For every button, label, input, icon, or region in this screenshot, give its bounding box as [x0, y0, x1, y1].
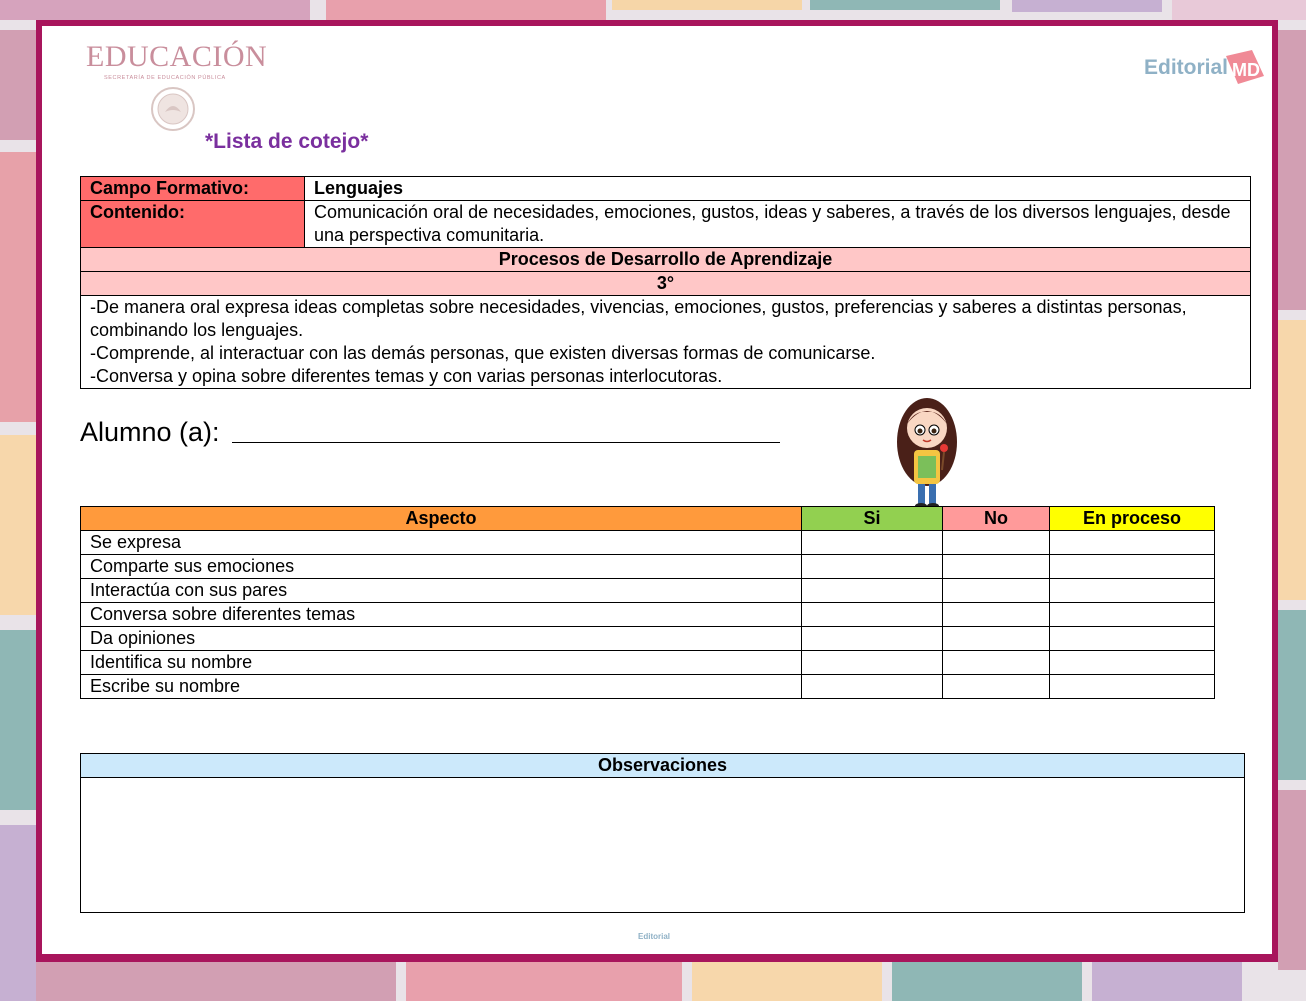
- en-proceso-cell[interactable]: [1049, 674, 1215, 699]
- svg-text:MD: MD: [1232, 60, 1260, 80]
- campo-value: Lenguajes: [304, 176, 1251, 201]
- si-header: Si: [801, 506, 943, 531]
- en-proceso-cell[interactable]: [1049, 554, 1215, 579]
- si-cell[interactable]: [801, 650, 943, 675]
- observaciones-header: Observaciones: [80, 753, 1245, 778]
- document-page: EDUCACIÓN SECRETARÍA DE EDUCACIÓN PÚBLIC…: [42, 26, 1272, 954]
- procesos-header: Procesos de Desarrollo de Aprendizaje: [80, 247, 1251, 272]
- process-item: -Comprende, al interactuar con las demás…: [90, 343, 876, 363]
- si-cell[interactable]: [801, 578, 943, 603]
- en-proceso-cell[interactable]: [1049, 578, 1215, 603]
- aspecto-header: Aspecto: [80, 506, 802, 531]
- editorial-text: Editorial: [1144, 56, 1229, 79]
- table-row: Da opiniones: [80, 626, 1215, 651]
- footer-editorial-logo: Editorial: [638, 932, 671, 941]
- aspect-cell: Identifica su nombre: [80, 650, 802, 675]
- girl-illustration: [897, 398, 957, 509]
- aspect-cell: Interactúa con sus pares: [80, 578, 802, 603]
- observaciones-field[interactable]: [80, 777, 1245, 913]
- seal-icon: [151, 87, 195, 131]
- alumno-name-line[interactable]: [232, 442, 780, 443]
- no-cell[interactable]: [942, 650, 1050, 675]
- alumno-label: Alumno (a):: [80, 417, 220, 447]
- table-row: Escribe su nombre: [80, 674, 1215, 699]
- si-cell[interactable]: [801, 674, 943, 699]
- process-item: -De manera oral expresa ideas completas …: [90, 297, 1187, 340]
- si-cell[interactable]: [801, 602, 943, 627]
- campo-label: Campo Formativo:: [80, 176, 305, 201]
- aspect-cell: Se expresa: [80, 530, 802, 555]
- en-proceso-cell[interactable]: [1049, 650, 1215, 675]
- en-proceso-cell[interactable]: [1049, 530, 1215, 555]
- aspect-cell: Da opiniones: [80, 626, 802, 651]
- aspect-cell: Escribe su nombre: [80, 674, 802, 699]
- checklist-table: Aspecto Si No En proceso Se expresa Comp…: [80, 506, 1215, 699]
- en-proceso-header: En proceso: [1049, 506, 1215, 531]
- info-table: Campo Formativo: Lenguajes Contenido: Co…: [80, 176, 1251, 389]
- no-cell[interactable]: [942, 626, 1050, 651]
- grade-cell: 3°: [80, 271, 1251, 296]
- page-title: *Lista de cotejo*: [205, 130, 369, 153]
- table-row: Comparte sus emociones: [80, 554, 1215, 579]
- si-cell[interactable]: [801, 530, 943, 555]
- table-row: Conversa sobre diferentes temas: [80, 602, 1215, 627]
- aspect-cell: Comparte sus emociones: [80, 554, 802, 579]
- observaciones-table: Observaciones: [80, 753, 1245, 913]
- en-proceso-cell[interactable]: [1049, 626, 1215, 651]
- no-header: No: [942, 506, 1050, 531]
- processes-cell: -De manera oral expresa ideas completas …: [80, 295, 1251, 389]
- education-logo-subtitle: SECRETARÍA DE EDUCACIÓN PÚBLICA: [104, 75, 226, 81]
- en-proceso-cell[interactable]: [1049, 602, 1215, 627]
- si-cell[interactable]: [801, 626, 943, 651]
- aspect-cell: Conversa sobre diferentes temas: [80, 602, 802, 627]
- no-cell[interactable]: [942, 674, 1050, 699]
- contenido-label: Contenido:: [80, 200, 305, 248]
- si-cell[interactable]: [801, 554, 943, 579]
- table-row: Identifica su nombre: [80, 650, 1215, 675]
- no-cell[interactable]: [942, 554, 1050, 579]
- table-row: Interactúa con sus pares: [80, 578, 1215, 603]
- no-cell[interactable]: [942, 530, 1050, 555]
- process-item: -Conversa y opina sobre diferentes temas…: [90, 366, 723, 386]
- contenido-value: Comunicación oral de necesidades, emocio…: [304, 200, 1251, 248]
- page-frame: EDUCACIÓN SECRETARÍA DE EDUCACIÓN PÚBLIC…: [36, 20, 1278, 962]
- table-row: Se expresa: [80, 530, 1215, 555]
- no-cell[interactable]: [942, 578, 1050, 603]
- education-logo: EDUCACIÓN: [86, 40, 268, 73]
- no-cell[interactable]: [942, 602, 1050, 627]
